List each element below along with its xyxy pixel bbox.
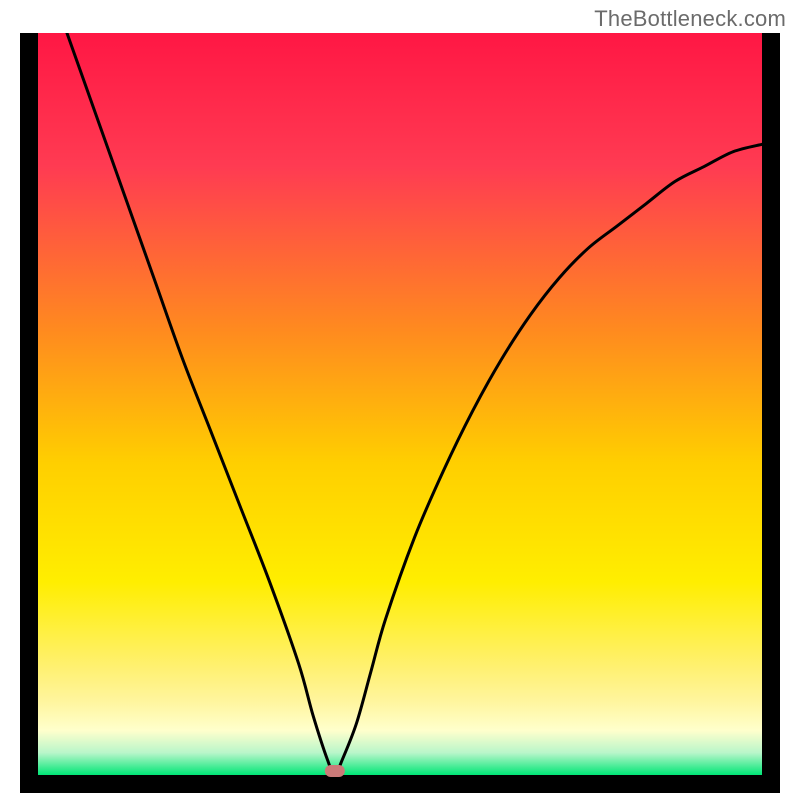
plot-frame — [20, 33, 780, 793]
chart-container: TheBottleneck.com — [0, 0, 800, 800]
gradient-area — [38, 33, 762, 775]
optimal-point-marker — [325, 765, 345, 777]
watermark-text: TheBottleneck.com — [594, 6, 786, 32]
plot-svg — [20, 33, 780, 793]
